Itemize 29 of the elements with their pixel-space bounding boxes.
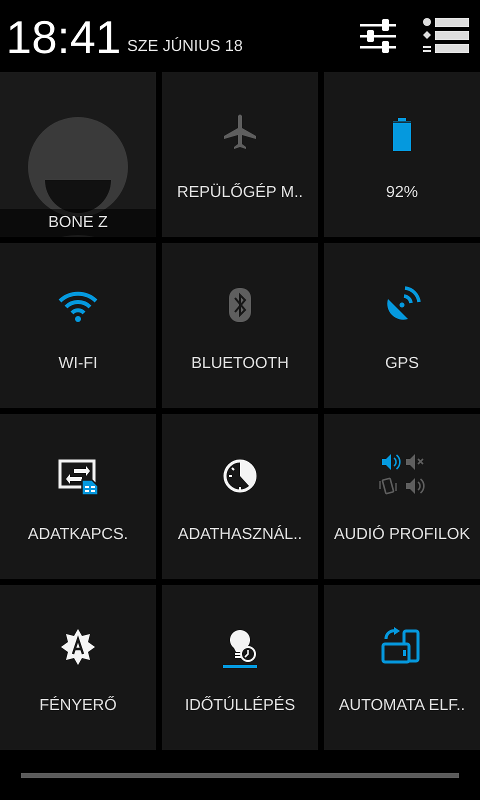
date-text: SZE JÚNIUS 18 (127, 38, 243, 56)
tile-label: WI-FI (58, 355, 98, 373)
quick-setting-tile[interactable]: ADATKAPCS. (0, 414, 156, 579)
quick-setting-tile[interactable]: AUDIÓ PROFILOK (324, 414, 480, 579)
quick-setting-tile[interactable]: WI-FI (0, 243, 156, 408)
quick-setting-tile[interactable]: IDŐTÚLLÉPÉS (162, 585, 318, 750)
tile-label: FÉNYERŐ (39, 697, 117, 715)
list-icon[interactable] (422, 17, 470, 55)
tile-label: AUDIÓ PROFILOK (334, 526, 470, 544)
tile-label: GPS (385, 355, 419, 373)
quick-setting-tile[interactable]: FÉNYERŐ (0, 585, 156, 750)
tile-label: ADATHASZNÁL.. (178, 526, 302, 544)
tile-label: AUTOMATA ELF.. (338, 697, 466, 715)
quick-setting-tile[interactable]: GPS (324, 243, 480, 408)
tile-label: 92% (386, 184, 418, 202)
clock-time: 18:41 (6, 14, 122, 60)
tile-label: IDŐTÚLLÉPÉS (184, 697, 296, 715)
settings-icon[interactable] (360, 18, 398, 54)
user-name: BONE Z (0, 209, 156, 237)
tile-label: BLUETOOTH (191, 355, 289, 373)
tile-label: REPÜLŐGÉP M.. (177, 184, 303, 202)
quick-setting-tile[interactable]: ADATHASZNÁL.. (162, 414, 318, 579)
drag-handle[interactable] (21, 772, 459, 778)
quick-setting-tile[interactable]: BLUETOOTH (162, 243, 318, 408)
quick-setting-tile[interactable]: 92% (324, 72, 480, 237)
quick-setting-tile[interactable]: AUTOMATA ELF.. (324, 585, 480, 750)
tile-label: ADATKAPCS. (28, 526, 128, 544)
quick-setting-tile[interactable]: REPÜLŐGÉP M.. (162, 72, 318, 237)
user-tile[interactable]: BONE Z (0, 72, 156, 237)
